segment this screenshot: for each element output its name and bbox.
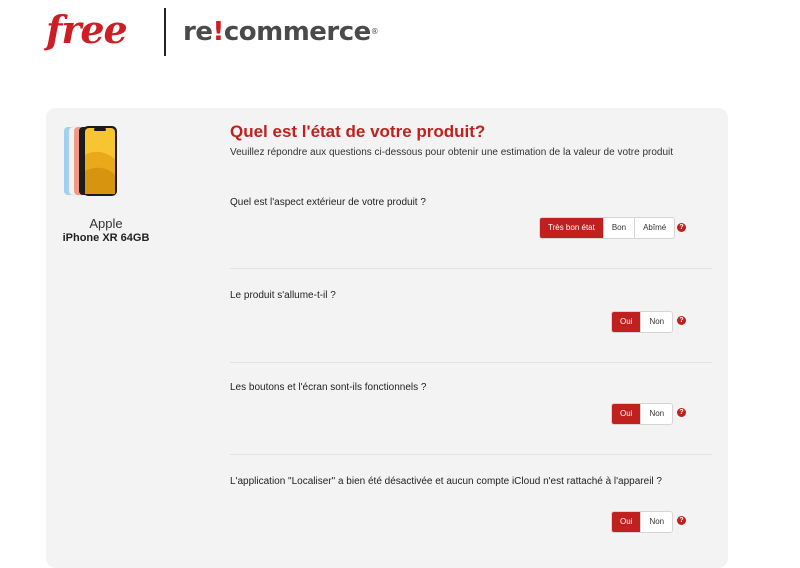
page-intro: Veuillez répondre aux questions ci-desso… [230,147,674,158]
product-model: iPhone XR 64GB [62,232,150,244]
option-oui[interactable]: Oui [612,312,641,332]
recommerce-logo-prefix: re [183,17,213,47]
buttons-screen-selector: Oui Non [611,403,674,425]
recommerce-logo-suffix: commerce [223,17,371,47]
option-oui[interactable]: Oui [612,404,641,424]
powers-on-selector: Oui Non [611,311,674,333]
question-exterior: Quel est l'aspect extérieur de votre pro… [230,197,426,208]
option-non[interactable]: Non [640,404,673,424]
logo-divider [164,8,166,56]
option-non[interactable]: Non [640,512,673,532]
product-condition-card [46,108,728,568]
product-brand: Apple [89,216,123,231]
exterior-condition-selector: Très bon état Bon Abîmé [539,217,676,239]
recommerce-logo-excl: ! [212,17,224,47]
help-icon[interactable]: ? [677,316,686,325]
phone-image [64,126,117,196]
find-my-selector: Oui Non [611,511,674,533]
question-find-my-disabled: L'application "Localiser" a bien été dés… [230,476,662,487]
page-title: Quel est l'état de votre produit? [230,122,486,141]
help-icon[interactable]: ? [677,516,686,525]
recommerce-logo-reg: ® [370,27,379,36]
recommerce-logo[interactable]: re!commerce® [183,17,379,47]
option-tres-bon-etat[interactable]: Très bon état [540,218,603,238]
help-icon[interactable]: ? [677,223,686,232]
separator [230,454,712,455]
option-bon[interactable]: Bon [602,218,635,238]
option-abime[interactable]: Abîmé [634,218,675,238]
question-powers-on: Le produit s'allume-t-il ? [230,290,336,301]
option-non[interactable]: Non [640,312,673,332]
separator [230,362,712,363]
help-icon[interactable]: ? [677,408,686,417]
site-header: free re!commerce® [0,0,800,70]
question-buttons-screen: Les boutons et l'écran sont-ils fonction… [230,382,427,393]
separator [230,268,712,269]
free-logo[interactable]: free [46,10,128,50]
option-oui[interactable]: Oui [612,512,641,532]
